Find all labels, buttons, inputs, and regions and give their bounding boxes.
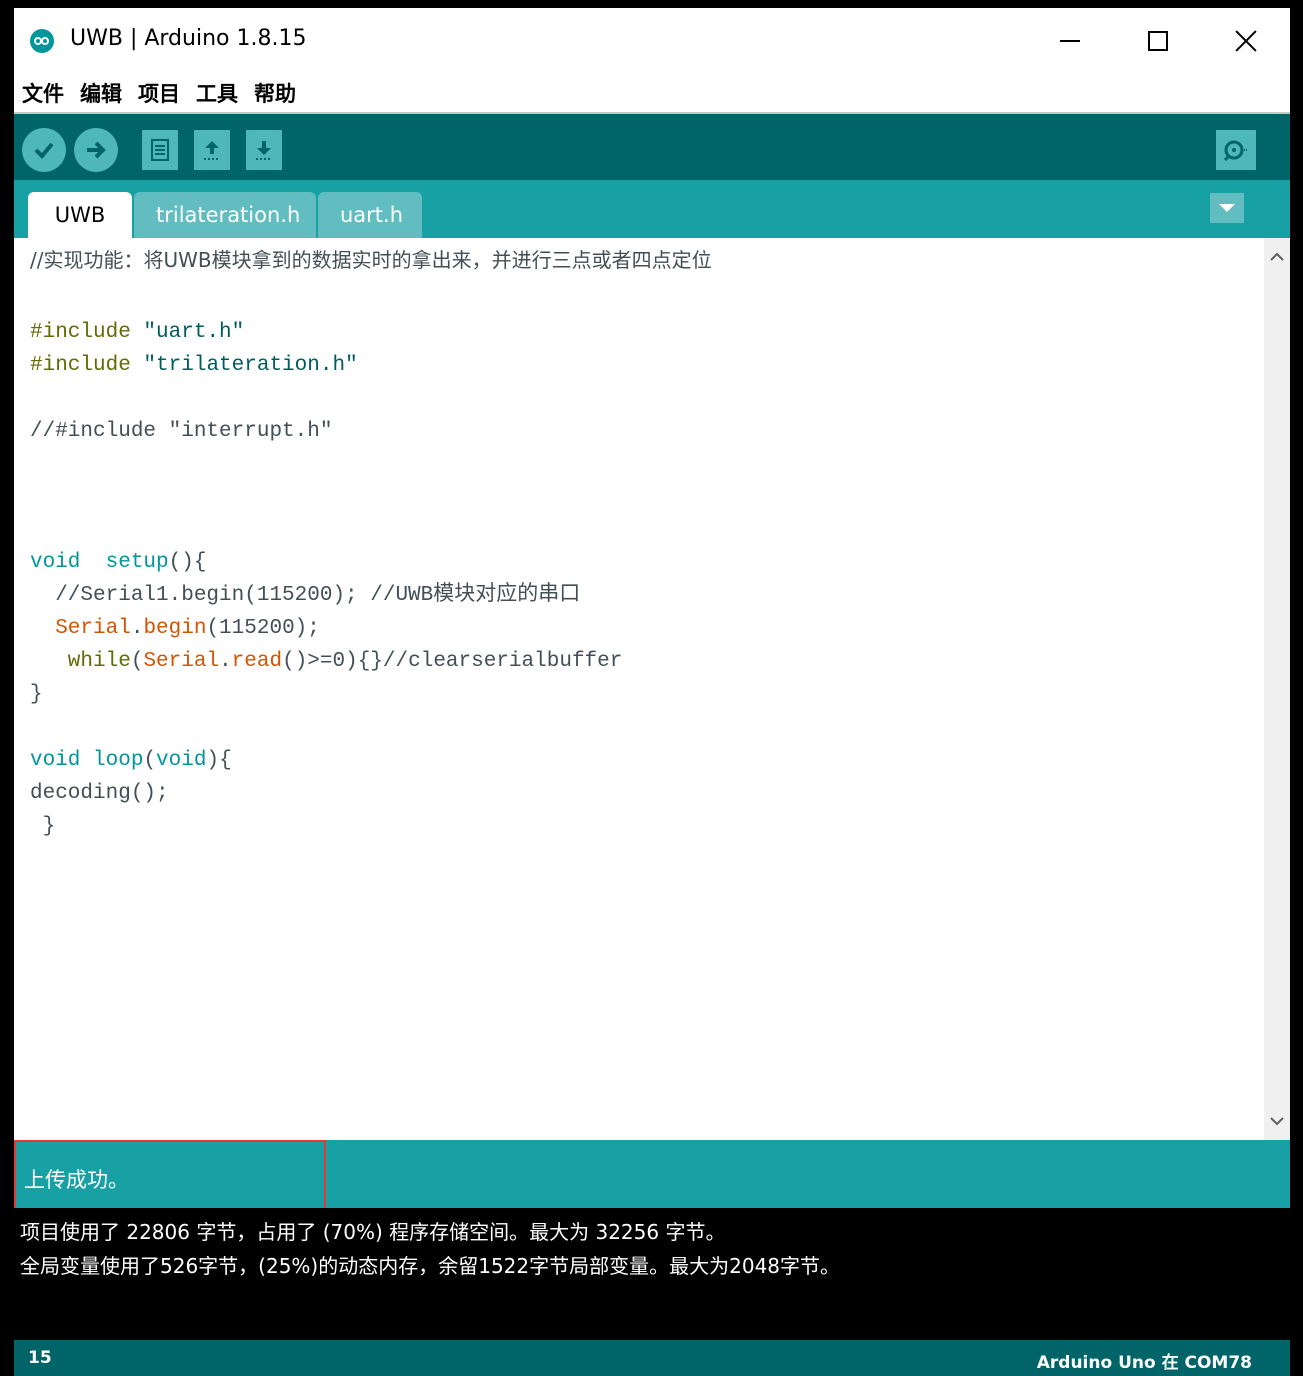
upload-icon (87, 141, 106, 159)
tab-uwb[interactable]: UWB (28, 192, 132, 238)
code-line: decoding(); (30, 782, 169, 805)
menu-tools[interactable]: 工具 (196, 78, 238, 108)
close-icon (1235, 30, 1257, 52)
code-token: Serial (30, 617, 131, 640)
console-output: 项目使用了 22806 字节，占用了 (70%) 程序存储空间。最大为 3225… (14, 1208, 1290, 1340)
code-line: } (30, 815, 56, 838)
code-token: "uart.h" (130, 321, 245, 344)
code-token: setup (80, 551, 169, 574)
code-token: while (30, 650, 131, 673)
serial-monitor-button[interactable] (1216, 130, 1256, 170)
menu-help[interactable]: 帮助 (254, 78, 296, 108)
code-line: #include "uart.h" (30, 316, 244, 349)
menu-bar: 文件 编辑 项目 工具 帮助 (14, 74, 1290, 114)
serial-monitor-icon (1223, 140, 1248, 162)
code-line: //Serial1.begin(115200); //UWB模块对应的串口 (30, 584, 581, 607)
toolbar (14, 114, 1290, 180)
scroll-up-icon[interactable] (1264, 244, 1290, 270)
code-token: void (30, 749, 81, 772)
maximize-icon (1148, 31, 1168, 51)
save-icon (256, 141, 272, 160)
verify-icon (34, 142, 54, 159)
code-line: void loop(void){ (30, 744, 232, 777)
save-button[interactable] (246, 130, 282, 170)
code-line: //实现功能：将UWB模块拿到的数据实时的拿出来，并进行三点或者四点定位 (30, 248, 712, 272)
new-button[interactable] (142, 130, 178, 170)
console-line: 项目使用了 22806 字节，占用了 (70%) 程序存储空间。最大为 3225… (20, 1220, 726, 1244)
code-line: //#include "interrupt.h" (30, 420, 333, 443)
code-token: void (30, 551, 81, 574)
maximize-button[interactable] (1114, 8, 1202, 74)
new-icon (151, 139, 169, 161)
code-token: loop (80, 749, 144, 772)
open-icon (204, 141, 220, 160)
tab-uart[interactable]: uart.h (318, 192, 422, 238)
code-token: #include (30, 354, 131, 377)
code-token: . (130, 617, 144, 640)
menu-edit[interactable]: 编辑 (80, 78, 122, 108)
code-line: Serial.begin(115200); (30, 612, 320, 645)
code-token: ){ (206, 749, 232, 772)
scroll-down-icon[interactable] (1264, 1108, 1290, 1134)
code-token: #include (30, 321, 131, 344)
minimize-icon (1060, 40, 1080, 42)
highlight-box (14, 1140, 326, 1214)
code-token: Serial (143, 650, 220, 673)
code-token: . (219, 650, 232, 673)
tab-bar: UWB trilateration.h uart.h (14, 180, 1290, 238)
menu-file[interactable]: 文件 (22, 78, 64, 108)
tab-menu-button[interactable] (1210, 193, 1244, 223)
code-line: while(Serial.read()>=0){}//clearserialbu… (30, 645, 623, 678)
code-token: ( (143, 749, 157, 772)
verify-button[interactable] (22, 128, 66, 172)
tab-trilateration[interactable]: trilateration.h (134, 192, 316, 238)
code-token: read (231, 650, 283, 673)
code-line: #include "trilateration.h" (30, 349, 358, 382)
code-line: void setup(){ (30, 546, 206, 579)
code-token: (){ (168, 551, 207, 574)
chevron-down-icon (1219, 204, 1235, 212)
minimize-button[interactable] (1026, 8, 1114, 74)
upload-button[interactable] (74, 128, 118, 172)
window-title: UWB | Arduino 1.8.15 (70, 26, 307, 51)
arduino-logo-icon (30, 29, 54, 53)
code-editor[interactable]: //实现功能：将UWB模块拿到的数据实时的拿出来，并进行三点或者四点定位 #in… (14, 238, 1264, 1140)
code-token: begin (143, 617, 207, 640)
close-button[interactable] (1202, 8, 1290, 74)
code-token: void (156, 749, 207, 772)
code-token: ( (130, 650, 144, 673)
open-button[interactable] (194, 130, 230, 170)
title-bar: UWB | Arduino 1.8.15 (14, 8, 1290, 74)
bottom-status-bar: 15 Arduino Uno 在 COM78 (14, 1340, 1290, 1376)
code-token: ()>=0){}//clearserialbuffer (282, 650, 623, 673)
status-bar: 上传成功。 (14, 1140, 1290, 1214)
code-token: "trilateration.h" (130, 354, 358, 377)
code-token: (115200); (206, 617, 320, 640)
line-number: 15 (28, 1348, 52, 1368)
editor-scrollbar[interactable] (1264, 238, 1290, 1140)
console-line: 全局变量使用了526字节，(25%)的动态内存，余留1522字节局部变量。最大为… (20, 1254, 841, 1278)
board-port-info: Arduino Uno 在 COM78 (1036, 1353, 1252, 1373)
arduino-window: UWB | Arduino 1.8.15 文件 编辑 项目 工具 帮助 UWB … (14, 8, 1290, 1376)
menu-sketch[interactable]: 项目 (138, 78, 180, 108)
code-line: } (30, 683, 43, 706)
